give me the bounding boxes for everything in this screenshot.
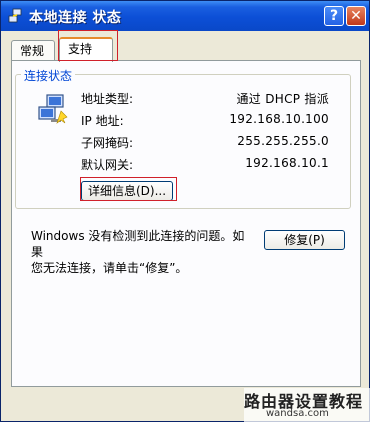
address-type-label: 地址类型: — [81, 92, 134, 106]
close-button[interactable]: ✕ — [346, 6, 366, 26]
title-bar[interactable]: 本地连接 状态 ? ✕ — [1, 1, 369, 31]
help-button[interactable]: ? — [324, 6, 344, 26]
subnet-mask-label: 子网掩码: — [81, 136, 134, 150]
window-title: 本地连接 状态 — [29, 10, 122, 26]
default-gateway-label: 默认网关: — [81, 158, 134, 172]
tab-general[interactable]: 常规 — [11, 40, 55, 60]
subnet-mask-value: 255.255.255.0 — [237, 134, 329, 148]
default-gateway-value: 192.168.10.1 — [245, 156, 329, 170]
address-type-value: 通过 DHCP 指派 — [236, 92, 329, 106]
ip-address-label: IP 地址: — [81, 114, 124, 128]
close-icon: ✕ — [350, 8, 362, 24]
diagnosis-text: Windows 没有检测到此连接的问题。如果 您无法连接，请单击“修复”。 — [31, 228, 256, 276]
help-icon: ? — [329, 8, 339, 24]
status-dialog: 本地连接 状态 ? ✕ 常规 支持 连接状态 地址类型: 通过 DHCP 指派 … — [0, 0, 370, 422]
network-title-icon — [8, 8, 22, 23]
group-legend: 连接状态 — [21, 67, 76, 84]
network-connection-icon — [38, 94, 68, 124]
diagnosis-line-2: 您无法连接，请单击“修复”。 — [31, 261, 188, 275]
details-highlight-box — [80, 177, 177, 201]
ip-address-value: 192.168.10.100 — [229, 112, 329, 126]
diagnosis-line-1: Windows 没有检测到此连接的问题。如果 — [31, 229, 245, 259]
repair-button[interactable]: 修复(P) — [264, 230, 345, 250]
tab-highlight-box — [58, 30, 118, 61]
watermark-site: wandsa.com — [266, 408, 329, 419]
